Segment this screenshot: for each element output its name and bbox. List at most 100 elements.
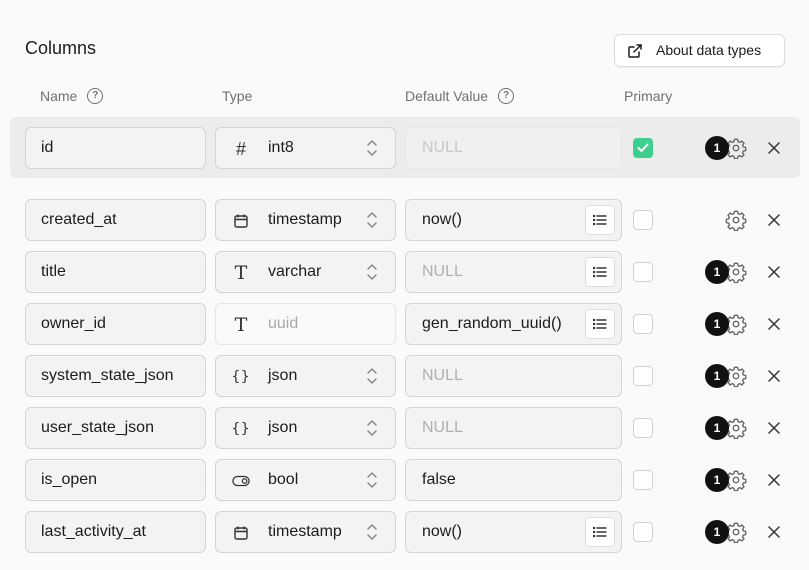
default-value-text: false	[422, 471, 456, 488]
primary-checkbox[interactable]	[633, 470, 653, 490]
close-icon[interactable]	[766, 264, 782, 280]
header-primary-label: Primary	[624, 88, 673, 104]
text-icon: T	[234, 314, 248, 336]
column-name-input[interactable]: owner_id	[25, 303, 206, 345]
close-icon[interactable]	[766, 524, 782, 540]
columns-title: Columns	[25, 38, 97, 58]
default-value-input[interactable]: now()	[405, 511, 622, 553]
settings-count-badge: 1	[705, 312, 729, 336]
header-type: Type	[222, 88, 252, 104]
help-icon[interactable]: ?	[498, 88, 515, 104]
chevron-up-down-icon	[367, 212, 377, 228]
default-value-text: NULL	[422, 367, 463, 384]
header-default-label: Default Value	[405, 88, 489, 104]
chevron-up-down-icon	[367, 420, 377, 436]
default-value-input[interactable]: NULL	[405, 251, 622, 293]
column-name-input[interactable]: user_state_json	[25, 407, 206, 449]
default-value-input[interactable]: NULL	[405, 407, 622, 449]
close-icon[interactable]	[766, 368, 782, 384]
column-type-value: json	[268, 419, 298, 436]
column-name-input[interactable]: created_at	[25, 199, 206, 241]
suggestions-list-button[interactable]	[585, 257, 615, 287]
header-default: Default Value ?	[405, 88, 515, 104]
chevron-up-down-icon	[367, 140, 377, 156]
column-name-value: last_activity_at	[41, 523, 146, 540]
column-type-select[interactable]: {} json	[215, 407, 396, 449]
column-name-input[interactable]: id	[25, 127, 206, 169]
column-name-input[interactable]: title	[25, 251, 206, 293]
column-type-select[interactable]: Tvarchar	[215, 251, 396, 293]
header-name: Name ?	[40, 88, 104, 104]
settings-count-badge: 1	[705, 468, 729, 492]
header-primary: Primary	[624, 88, 672, 104]
default-value-text: now()	[422, 211, 463, 228]
column-name-input[interactable]: last_activity_at	[25, 511, 206, 553]
primary-checkbox[interactable]	[633, 418, 653, 438]
gear-icon[interactable]	[725, 209, 747, 231]
primary-checkbox[interactable]	[633, 314, 653, 334]
primary-checkbox[interactable]	[633, 138, 653, 158]
column-name-input[interactable]: system_state_json	[25, 355, 206, 397]
column-type-select[interactable]: timestamp	[215, 199, 396, 241]
toggle-icon	[232, 472, 250, 490]
default-value-input[interactable]: gen_random_uuid()	[405, 303, 622, 345]
column-name-value: system_state_json	[41, 367, 174, 384]
default-value-input[interactable]: false	[405, 459, 622, 501]
column-name-value: is_open	[41, 471, 98, 488]
braces-icon: {}	[231, 369, 251, 385]
primary-checkbox[interactable]	[633, 522, 653, 542]
primary-checkbox[interactable]	[633, 210, 653, 230]
calendar-icon	[232, 524, 250, 542]
column-type-select[interactable]: {} json	[215, 355, 396, 397]
help-icon[interactable]: ?	[87, 88, 104, 104]
default-value-text: NULL	[422, 419, 463, 436]
external-link-icon	[628, 44, 642, 58]
list-icon	[593, 214, 607, 226]
column-name-value: owner_id	[41, 315, 106, 332]
chevron-up-down-icon	[367, 264, 377, 280]
hash-icon: #	[235, 138, 246, 159]
settings-count-badge: 1	[705, 520, 729, 544]
close-icon[interactable]	[766, 140, 782, 156]
calendar-icon	[232, 212, 250, 230]
column-name-value: title	[41, 263, 66, 280]
list-icon	[593, 266, 607, 278]
settings-count-badge: 1	[705, 416, 729, 440]
column-name-value: created_at	[41, 211, 117, 228]
header-type-label: Type	[222, 88, 253, 104]
default-value-input: NULL	[405, 127, 622, 169]
settings-count-badge: 1	[705, 136, 729, 160]
column-type-value: int8	[268, 139, 294, 156]
close-icon[interactable]	[766, 472, 782, 488]
column-type-value: varchar	[268, 263, 322, 280]
close-icon[interactable]	[766, 420, 782, 436]
braces-icon: {}	[231, 421, 251, 437]
column-name-input[interactable]: is_open	[25, 459, 206, 501]
header-name-label: Name	[40, 88, 78, 104]
default-value-text: gen_random_uuid()	[422, 315, 562, 332]
list-icon	[593, 318, 607, 330]
primary-checkbox[interactable]	[633, 366, 653, 386]
close-icon[interactable]	[766, 316, 782, 332]
close-icon[interactable]	[766, 212, 782, 228]
column-type-select[interactable]: bool	[215, 459, 396, 501]
suggestions-list-button[interactable]	[585, 309, 615, 339]
suggestions-list-button[interactable]	[585, 205, 615, 235]
chevron-up-down-icon	[367, 524, 377, 540]
column-name-value: id	[41, 139, 54, 156]
list-icon	[593, 526, 607, 538]
primary-checkbox[interactable]	[633, 262, 653, 282]
suggestions-list-button[interactable]	[585, 517, 615, 547]
default-value-input[interactable]: now()	[405, 199, 622, 241]
default-value-text: now()	[422, 523, 463, 540]
default-value-text: NULL	[422, 139, 463, 156]
column-type-select[interactable]: # int8	[215, 127, 396, 169]
column-type-value: bool	[268, 471, 299, 488]
about-data-types-button[interactable]: About data types	[614, 34, 785, 67]
column-type-select[interactable]: timestamp	[215, 511, 396, 553]
settings-count-badge: 1	[705, 260, 729, 284]
column-name-value: user_state_json	[41, 419, 154, 436]
column-type-value: timestamp	[268, 523, 342, 540]
text-icon: T	[234, 262, 248, 284]
default-value-input[interactable]: NULL	[405, 355, 622, 397]
